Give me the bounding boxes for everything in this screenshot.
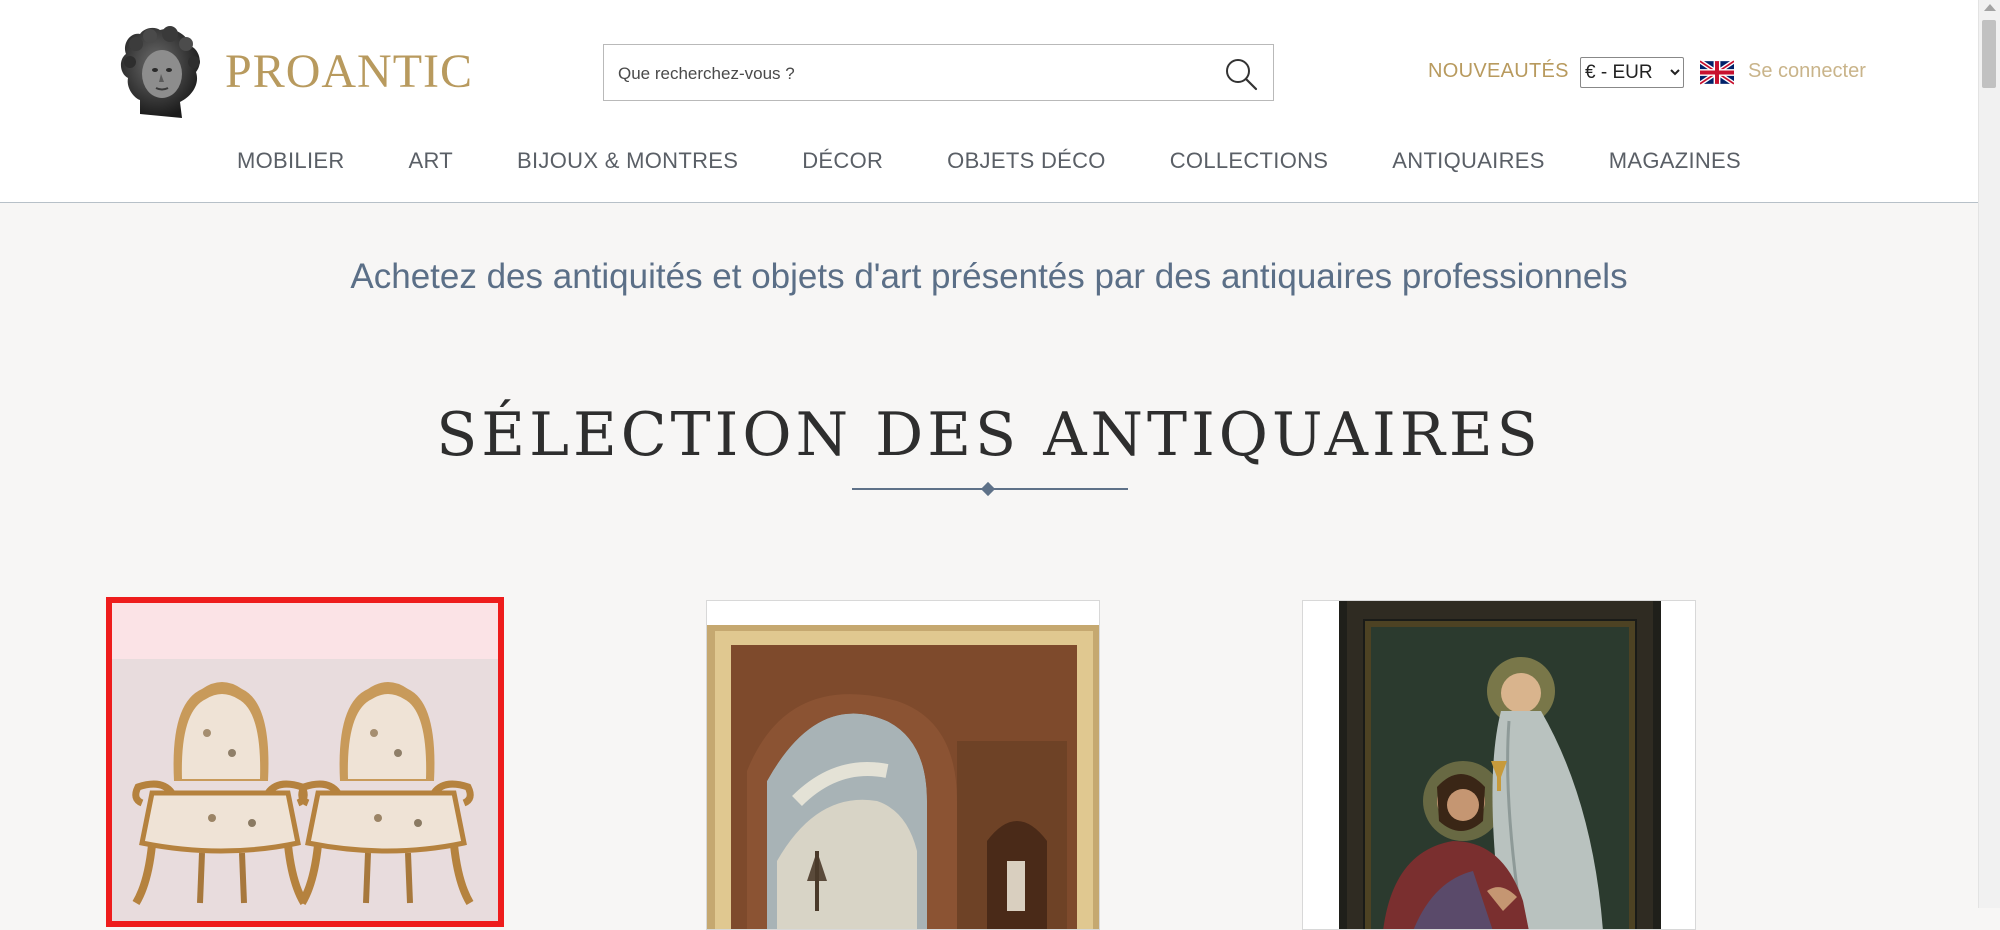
uk-flag-icon[interactable] [1700,60,1734,85]
product-image-armchairs[interactable] [112,603,498,927]
nav-magazines[interactable]: MAGAZINES [1609,148,1741,174]
search-box [603,44,1274,102]
scrollbar-thumb[interactable] [1982,20,1996,88]
scroll-up-arrow-icon[interactable] [1984,4,1996,11]
product-card-armchairs[interactable] [106,597,504,927]
logo-bust-icon[interactable] [110,22,210,122]
search-input[interactable] [616,45,1210,102]
search-icon[interactable] [1223,56,1259,92]
brand-logo-text[interactable]: PROANTIC [225,44,473,99]
nav-collections[interactable]: COLLECTIONS [1170,148,1329,174]
nav-bijoux-montres[interactable]: BIJOUX & MONTRES [517,148,738,174]
login-link[interactable]: Se connecter [1748,60,1866,83]
title-divider-diamond [980,481,996,497]
currency-select[interactable]: € - EUR [1580,57,1684,88]
product-card-ruins-painting[interactable] [706,600,1100,930]
product-image-ruins-painting[interactable] [707,601,1100,930]
section-title: SÉLECTION DES ANTIQUAIRES [436,400,1542,470]
nouveautes-link[interactable]: NOUVEAUTÉS [1428,60,1569,83]
site-header: PROANTIC NOUVEAUTÉS € - EUR Se connecter… [0,0,1978,203]
product-card-religious-painting[interactable] [1302,600,1696,930]
nav-objets-deco[interactable]: OBJETS DÉCO [947,148,1106,174]
tagline: Achetez des antiquités et objets d'art p… [350,257,1628,296]
product-image-religious-painting[interactable] [1303,601,1696,930]
vertical-scrollbar[interactable] [1978,0,2000,908]
nav-antiquaires[interactable]: ANTIQUAIRES [1392,148,1544,174]
nav-art[interactable]: ART [409,148,454,174]
nav-mobilier[interactable]: MOBILIER [237,148,345,174]
nav-decor[interactable]: DÉCOR [802,148,883,174]
main-nav: MOBILIER ART BIJOUX & MONTRES DÉCOR OBJETS D… [0,148,1978,178]
